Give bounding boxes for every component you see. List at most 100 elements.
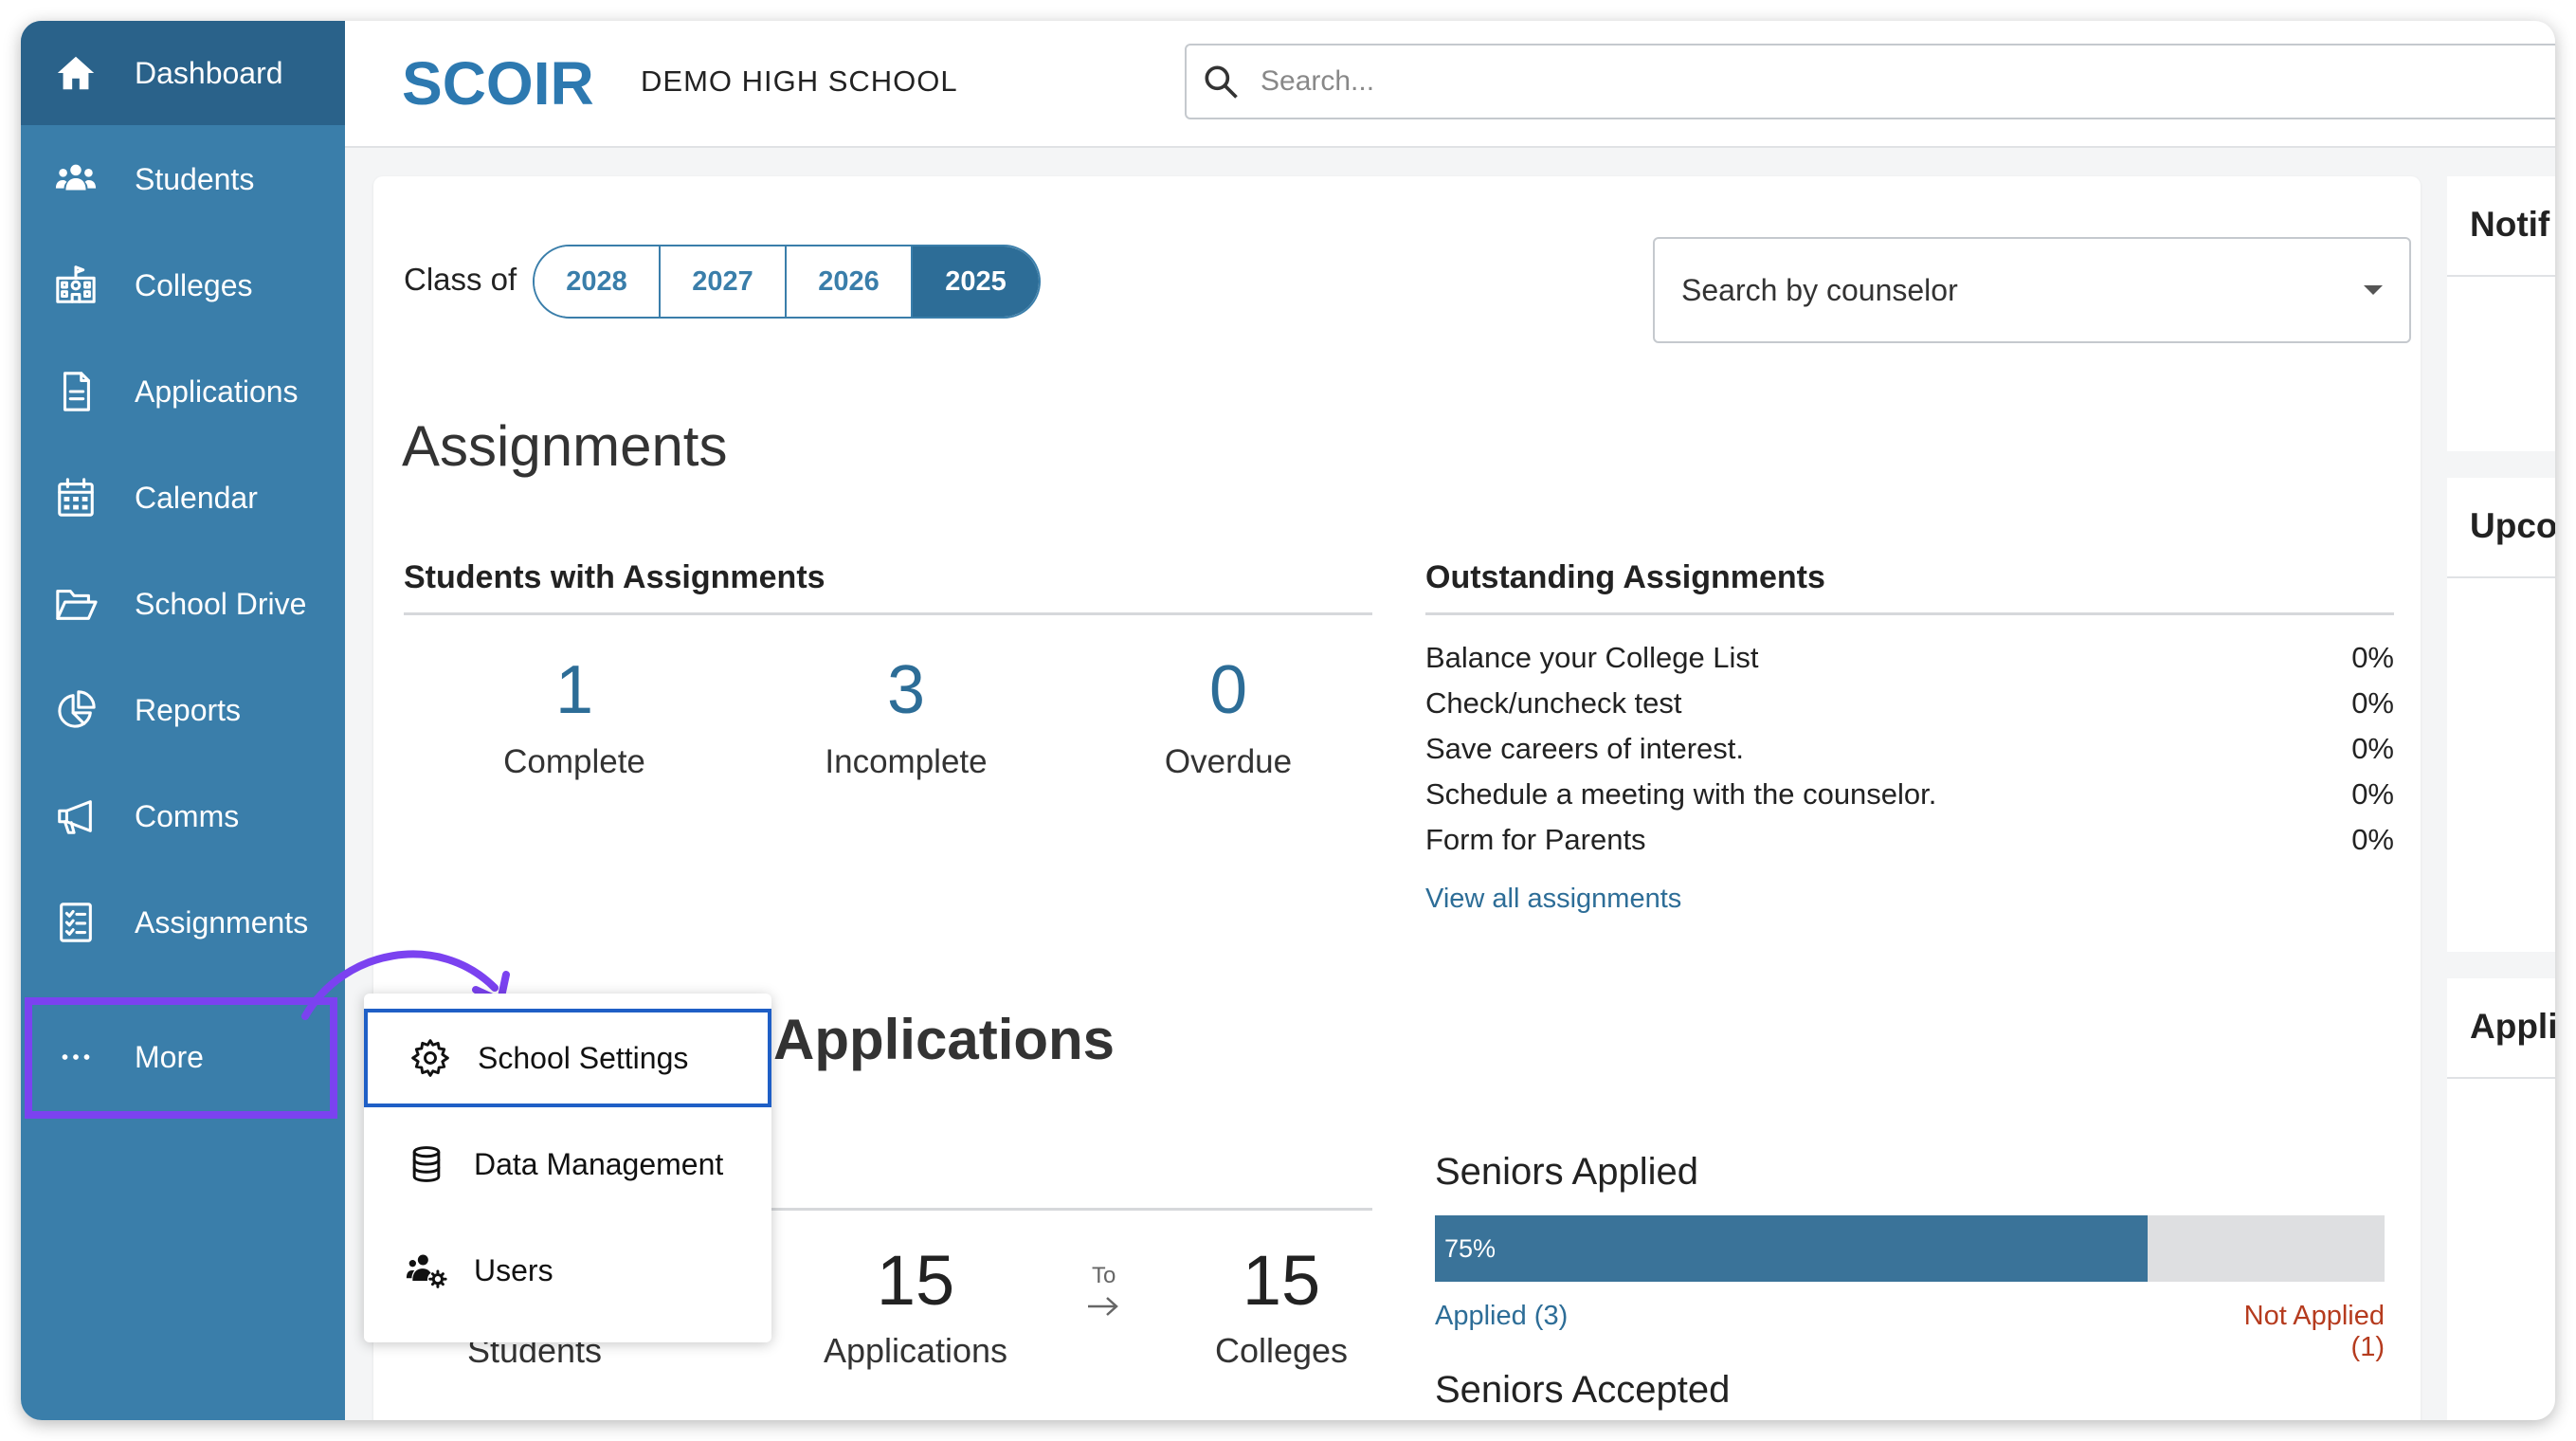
sidebar-item-label: Colleges	[135, 267, 253, 302]
gear-icon	[411, 1039, 449, 1077]
applications-side-card: Appli	[2447, 978, 2555, 1420]
sidebar-item-label: Dashboard	[135, 55, 283, 90]
upcoming-title: Upco	[2470, 506, 2555, 545]
sidebar-item-school-drive[interactable]: School Drive	[21, 552, 345, 656]
sidebar: Dashboard Students Colleges Applications…	[21, 21, 345, 1420]
global-search[interactable]	[1185, 44, 2555, 119]
assignment-percent: 0%	[2351, 641, 2394, 674]
home-icon	[51, 48, 100, 98]
sidebar-item-reports[interactable]: Reports	[21, 658, 345, 762]
assignment-percent: 0%	[2351, 732, 2394, 765]
sidebar-item-label: Comms	[135, 798, 240, 833]
seniors-applied-progress: 75%	[1435, 1215, 2385, 1282]
database-icon	[412, 1146, 441, 1182]
caret-down-icon	[2364, 285, 2383, 295]
assignment-percent: 0%	[2351, 686, 2394, 720]
year-option-2027[interactable]: 2027	[661, 246, 787, 317]
stat-label: Complete	[503, 743, 645, 780]
stat-value: 3	[886, 652, 926, 728]
app-window: Dashboard Students Colleges Applications…	[21, 21, 2555, 1420]
more-menu: School Settings Data Management Users	[364, 994, 771, 1342]
divider	[1425, 612, 2394, 615]
counselor-select[interactable]: Search by counselor	[1653, 237, 2411, 343]
applications-side-title: Appli	[2470, 1007, 2555, 1046]
counselor-select-placeholder: Search by counselor	[1681, 272, 1958, 307]
users-icon	[51, 155, 100, 204]
outstanding-assignments-title: Outstanding Assignments	[1425, 559, 1825, 595]
users-gear-icon	[406, 1254, 447, 1288]
class-of-label: Class of	[404, 262, 517, 297]
view-all-assignments-link[interactable]: View all assignments	[1425, 884, 1681, 915]
assignments-heading: Assignments	[402, 414, 728, 478]
assignment-percent: 0%	[2351, 823, 2394, 856]
more-highlight-box	[25, 997, 337, 1119]
divider	[2447, 1077, 2555, 1079]
assignment-name: Balance your College List	[1425, 641, 1759, 674]
not-applied-link[interactable]: Not Applied (1)	[2225, 1301, 2385, 1363]
upcoming-card: Upco	[2447, 478, 2555, 952]
sidebar-item-label: Calendar	[135, 480, 258, 515]
assignment-name: Schedule a meeting with the counselor.	[1425, 777, 1937, 811]
assignment-percent: 0%	[2351, 777, 2394, 811]
assignment-name: Check/uncheck test	[1425, 686, 1682, 720]
menu-item-school-settings[interactable]: School Settings	[364, 1009, 771, 1107]
checklist-icon	[51, 898, 100, 947]
applied-link[interactable]: Applied (3)	[1435, 1301, 1568, 1332]
year-option-2026[interactable]: 2026	[787, 246, 913, 317]
year-option-2025[interactable]: 2025	[913, 246, 1039, 317]
sidebar-item-comms[interactable]: Comms	[21, 764, 345, 868]
arrow-right-icon	[1088, 1297, 1118, 1316]
outstanding-row: Form for Parents 0%	[1425, 823, 2394, 857]
assignment-name: Form for Parents	[1425, 823, 1646, 856]
top-header: SCOIR DEMO HIGH SCHOOL	[345, 21, 2555, 148]
stat-label: Incomplete	[825, 743, 988, 780]
sidebar-item-dashboard[interactable]: Dashboard	[21, 21, 345, 125]
stat-incomplete[interactable]: 3 Incomplete	[764, 656, 1048, 781]
stat-label: Overdue	[1164, 743, 1293, 780]
stat-complete[interactable]: 1 Complete	[432, 656, 717, 781]
seniors-accepted-title: Seniors Accepted	[1435, 1369, 1731, 1411]
divider	[404, 612, 1372, 615]
college-building-icon	[51, 261, 100, 310]
divider	[2447, 576, 2555, 578]
applications-heading: Applications	[773, 1008, 1116, 1071]
progress-fill: 75%	[1435, 1215, 2148, 1282]
applications-label: Applications	[823, 1331, 1008, 1370]
stat-overdue[interactable]: 0 Overdue	[1086, 656, 1370, 781]
outstanding-row: Check/uncheck test 0%	[1425, 686, 2394, 720]
sidebar-item-applications[interactable]: Applications	[21, 339, 345, 444]
stat-value: 1	[554, 652, 594, 728]
colleges-label: Colleges	[1214, 1331, 1349, 1370]
logo-text: SCOIR	[402, 49, 594, 116]
sidebar-item-students[interactable]: Students	[21, 127, 345, 231]
menu-item-data-management[interactable]: Data Management	[364, 1115, 771, 1213]
document-icon	[51, 367, 100, 416]
folder-open-icon	[51, 579, 100, 629]
menu-item-users[interactable]: Users	[364, 1221, 771, 1320]
stat-value: 0	[1208, 652, 1248, 728]
notifications-card: Notif	[2447, 176, 2555, 451]
divider	[2447, 275, 2555, 277]
applications-count: 15	[876, 1241, 955, 1320]
menu-item-label: Users	[474, 1252, 553, 1287]
outstanding-row: Balance your College List 0%	[1425, 641, 2394, 675]
sidebar-item-label: Students	[135, 161, 255, 196]
sidebar-item-label: Assignments	[135, 904, 309, 939]
outstanding-row: Schedule a meeting with the counselor. 0%	[1425, 777, 2394, 812]
search-input[interactable]	[1261, 65, 2493, 98]
sidebar-item-label: Reports	[135, 692, 242, 727]
scoir-logo: SCOIR	[402, 49, 594, 116]
year-toggle-group: 2028 2027 2026 2025	[533, 245, 1041, 319]
sidebar-item-calendar[interactable]: Calendar	[21, 446, 345, 550]
calendar-icon	[51, 473, 100, 522]
colleges-count: 15	[1242, 1241, 1321, 1320]
to-label: To	[1092, 1263, 1116, 1288]
menu-item-label: School Settings	[478, 1040, 689, 1075]
school-name: DEMO HIGH SCHOOL	[641, 64, 958, 98]
outstanding-row: Save careers of interest. 0%	[1425, 732, 2394, 766]
students-with-assignments-title: Students with Assignments	[404, 559, 825, 595]
sidebar-item-label: Applications	[135, 374, 299, 409]
search-icon	[1205, 65, 1238, 99]
year-option-2028[interactable]: 2028	[535, 246, 661, 317]
sidebar-item-colleges[interactable]: Colleges	[21, 233, 345, 337]
